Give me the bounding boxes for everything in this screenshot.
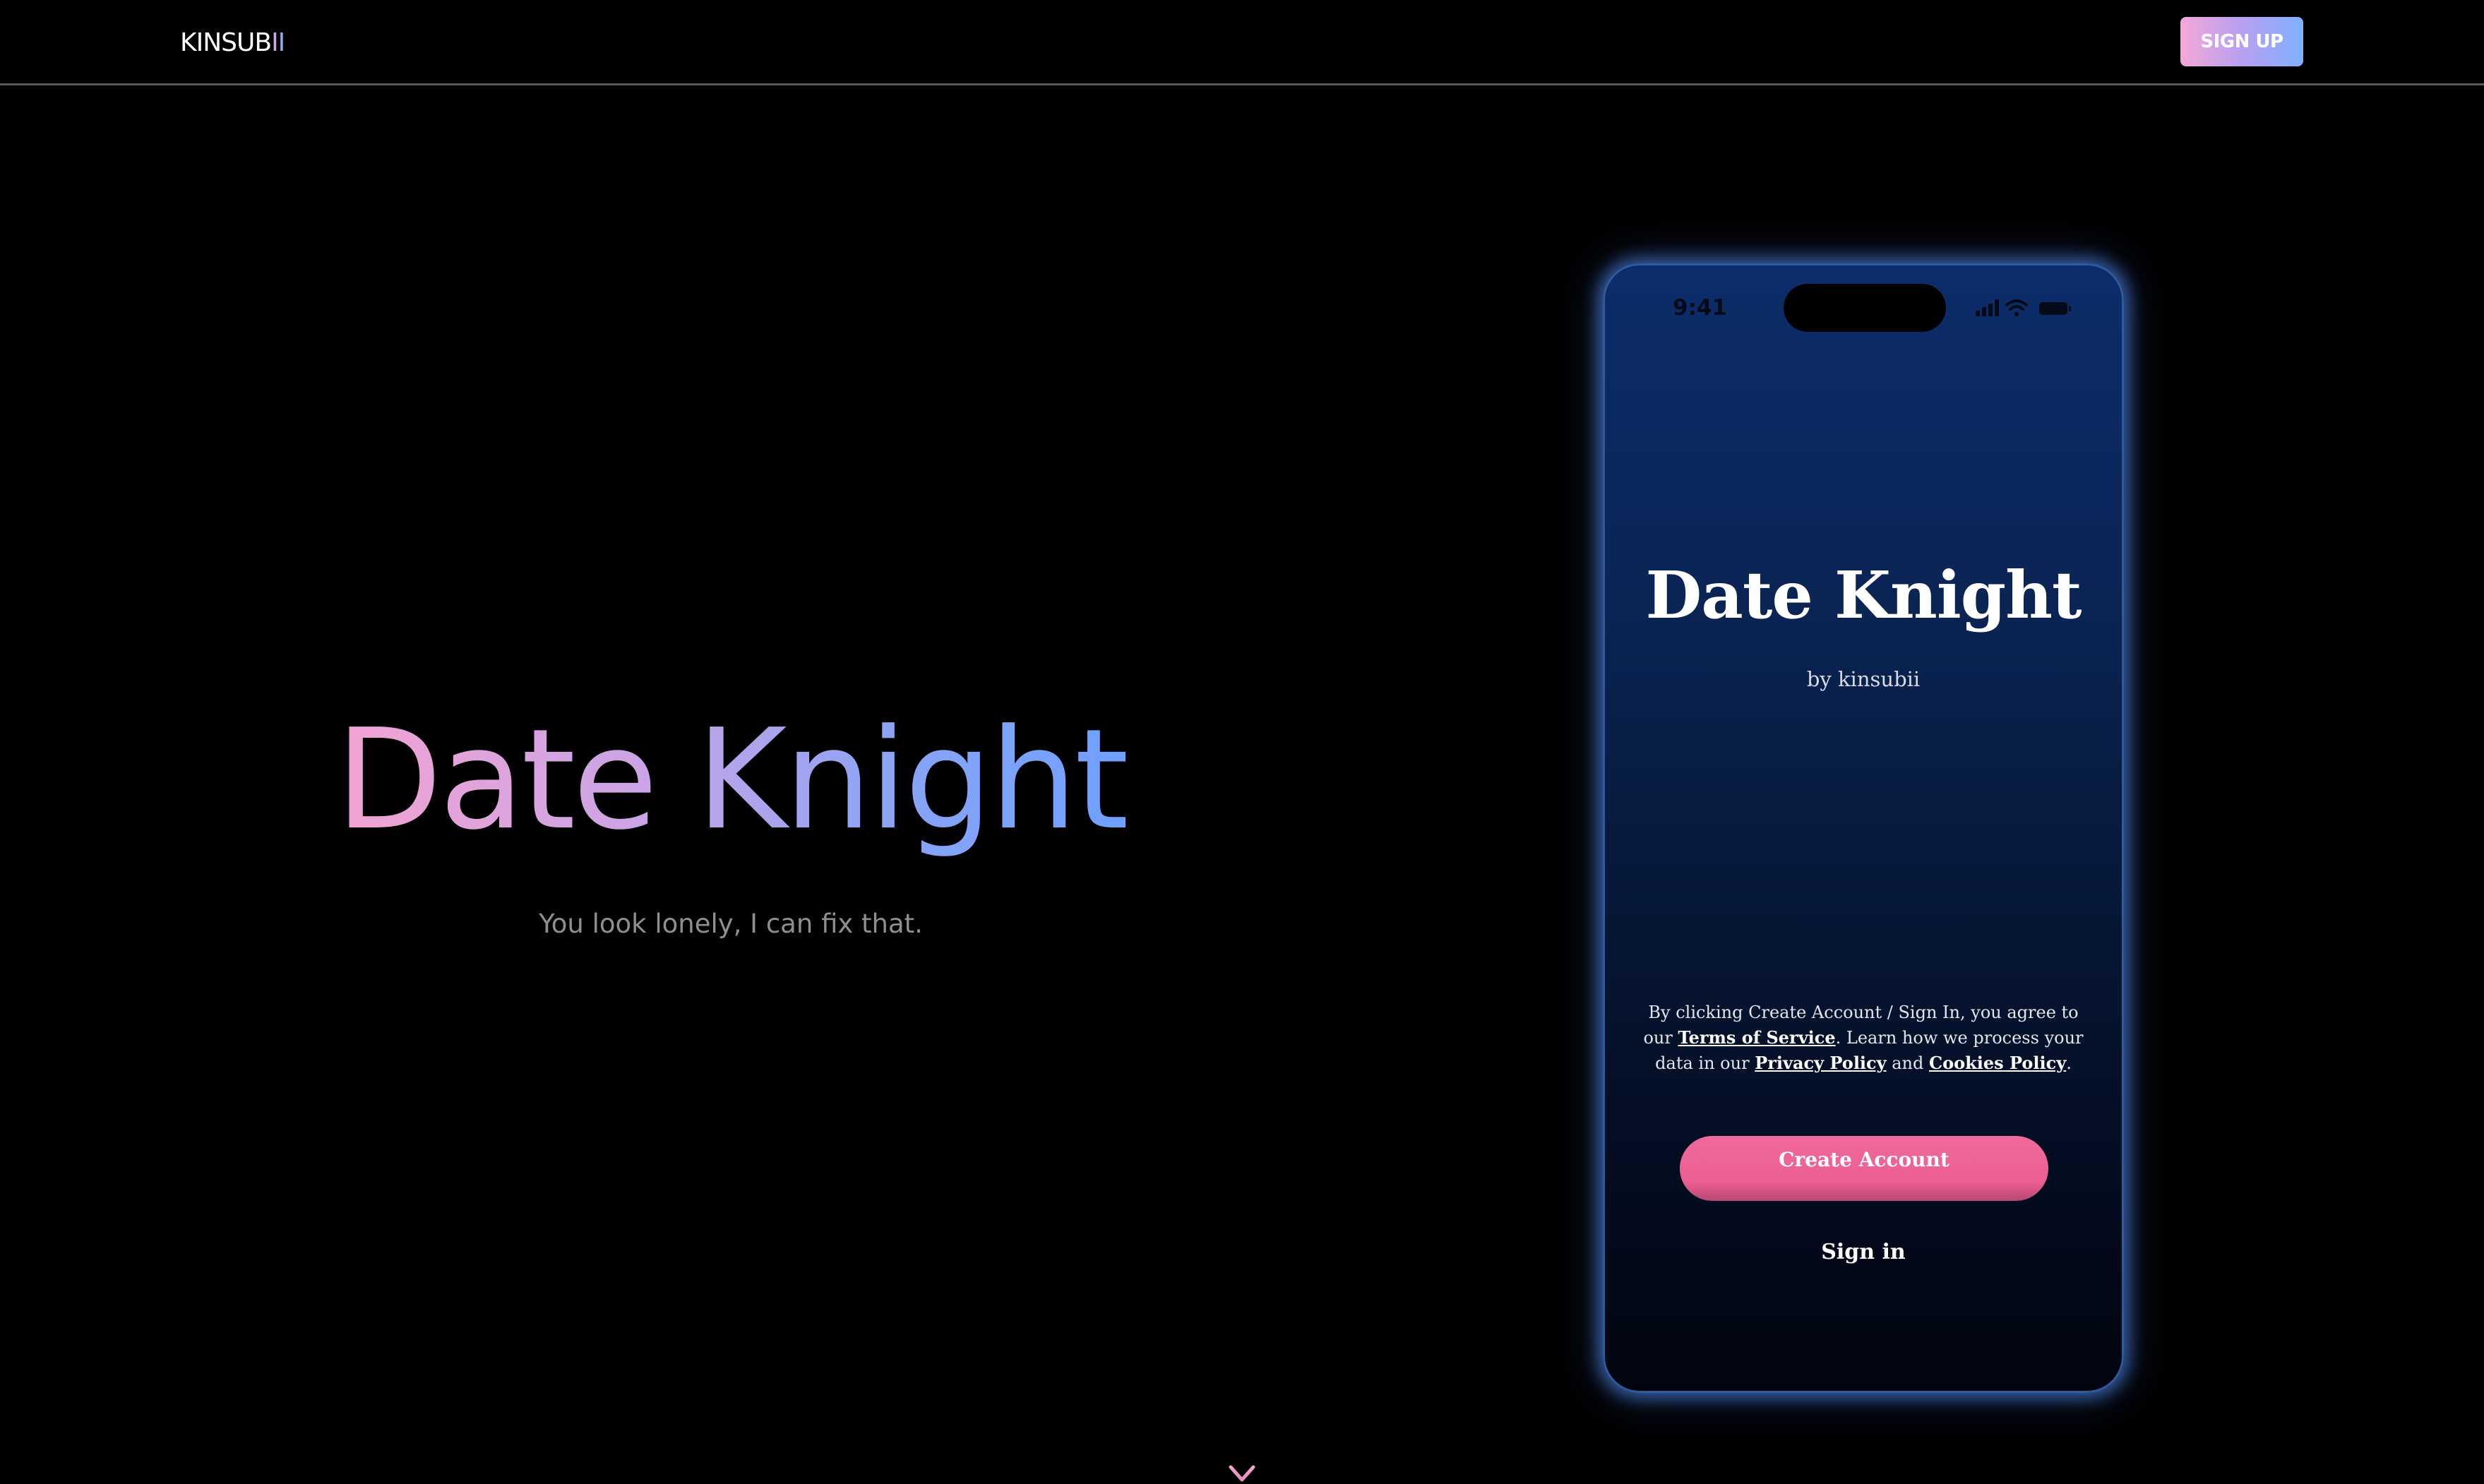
wifi-icon (2005, 299, 2028, 316)
status-icons (1976, 297, 2082, 319)
app-byline: by kinsubii (1806, 667, 1921, 691)
legal-notice: By clicking Create Account / Sign In, yo… (1633, 1000, 2094, 1076)
create-account-button[interactable]: Create Account (1680, 1136, 2048, 1201)
cookies-policy-link[interactable]: Cookies Policy (1929, 1053, 2066, 1073)
landing-page: KINSUBII SIGN UP Date Knight You look lo… (0, 0, 2484, 1484)
privacy-policy-link[interactable]: Privacy Policy (1755, 1053, 1886, 1073)
sign-in-link[interactable]: Sign in (1605, 1238, 2122, 1267)
top-nav: KINSUBII SIGN UP (0, 0, 2484, 85)
dynamic-island (1784, 284, 1946, 332)
status-time: 9:41 (1673, 295, 1728, 321)
hero-title: Date Knight (332, 695, 1130, 865)
legal-text-3: and (1886, 1053, 1929, 1073)
battery-icon (2039, 302, 2071, 315)
logo-accent: II (271, 28, 285, 57)
phone-mockup: 9:41 Date Knight by kinsubii By clicking… (1603, 263, 2124, 1393)
logo-text: KINSUB (180, 28, 272, 57)
hero-subtitle: You look lonely, I can fix that. (539, 909, 923, 939)
arrow-down-icon[interactable] (1224, 1433, 1260, 1484)
signup-button[interactable]: SIGN UP (2180, 17, 2303, 66)
terms-of-service-link[interactable]: Terms of Service (1678, 1027, 1835, 1048)
app-title: Date Knight (1645, 557, 2082, 633)
brand-logo[interactable]: KINSUBII (180, 25, 285, 61)
signal-icon (1976, 299, 1999, 316)
legal-text-4: . (2066, 1053, 2072, 1073)
